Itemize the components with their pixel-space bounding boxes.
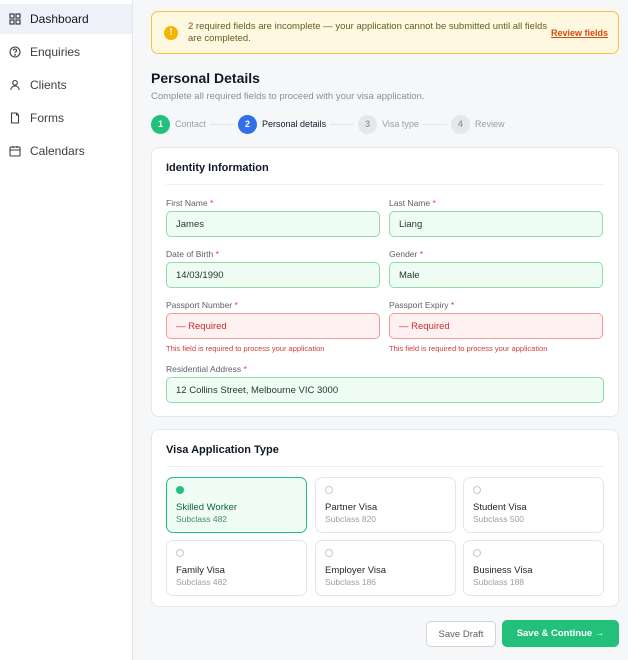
step-connector	[210, 123, 235, 125]
passport-expiry-input[interactable]: — Required	[389, 313, 603, 339]
sidebar: Dashboard Enquiries Clients Forms Calend…	[0, 0, 133, 660]
grid-icon	[9, 13, 21, 25]
visa-option-business-visa[interactable]: Business Visa Subclass 188	[463, 540, 604, 596]
dob-input[interactable]: 14/03/1990	[166, 262, 380, 288]
save-continue-button[interactable]: Save & Continue →	[502, 620, 619, 647]
sidebar-item-label: Calendars	[30, 144, 85, 158]
step-label: Visa type	[382, 119, 419, 129]
step-contact[interactable]: 1 Contact	[151, 114, 207, 134]
sidebar-item-label: Clients	[30, 78, 67, 92]
address-input[interactable]: 12 Collins Street, Melbourne VIC 3000	[166, 377, 604, 403]
visa-option-student-visa[interactable]: Student Visa Subclass 500	[463, 477, 604, 533]
visa-option-skilled-worker[interactable]: Skilled Worker Subclass 482	[166, 477, 307, 533]
help-circle-icon	[9, 46, 21, 58]
dob-label: Date of Birth *	[166, 249, 219, 259]
user-icon	[9, 79, 21, 91]
radio-icon	[473, 549, 481, 557]
last-name-label: Last Name *	[389, 198, 436, 208]
step-number: 2	[238, 114, 258, 134]
radio-icon	[473, 486, 481, 494]
visa-application-type-card: Visa Application Type Skilled Worker Sub…	[151, 429, 619, 607]
address-label: Residential Address *	[166, 364, 247, 374]
card-title: Identity Information	[166, 162, 269, 174]
visa-subclass: Subclass 186	[325, 577, 377, 587]
page-subtitle: Complete all required fields to proceed …	[151, 91, 425, 102]
visa-subclass: Subclass 188	[473, 577, 525, 587]
visa-option-partner-visa[interactable]: Partner Visa Subclass 820	[315, 477, 456, 533]
sidebar-item-label: Enquiries	[30, 45, 81, 59]
calendar-icon	[9, 145, 21, 157]
step-connector	[422, 123, 447, 125]
step-number: 1	[151, 114, 170, 134]
visa-subclass: Subclass 820	[325, 514, 377, 524]
step-label: Review	[474, 119, 505, 129]
visa-name: Family Visa	[176, 565, 225, 576]
passport-expiry-error: This field is required to process your a…	[389, 344, 548, 353]
sidebar-item-label: Forms	[30, 111, 64, 125]
file-icon	[9, 112, 21, 124]
passport-number-input[interactable]: — Required	[166, 313, 380, 339]
identity-information-card: Identity Information First Name * James …	[151, 147, 619, 417]
sidebar-item-forms[interactable]: Forms	[0, 103, 132, 133]
step-number: 4	[450, 114, 470, 134]
sidebar-item-dashboard[interactable]: Dashboard	[0, 4, 132, 34]
incomplete-fields-alert: ! 2 required fields are incomplete — you…	[151, 11, 619, 54]
step-number: 3	[358, 114, 378, 134]
radio-icon	[325, 549, 333, 557]
passport-number-label: Passport Number *	[166, 300, 238, 310]
sidebar-item-label: Dashboard	[30, 12, 89, 26]
radio-icon	[325, 486, 333, 494]
step-review[interactable]: 4 Review	[450, 114, 505, 134]
sidebar-item-enquiries[interactable]: Enquiries	[0, 37, 132, 67]
main-content: ! 2 required fields are incomplete — you…	[133, 0, 628, 660]
gender-input[interactable]: Male	[389, 262, 603, 288]
step-personal-details[interactable]: 2 Personal details	[238, 114, 327, 134]
visa-name: Business Visa	[473, 565, 533, 576]
visa-subclass: Subclass 500	[473, 514, 525, 524]
sidebar-item-calendars[interactable]: Calendars	[0, 136, 132, 166]
first-name-label: First Name *	[166, 198, 214, 208]
alert-message: 2 required fields are incomplete — your …	[188, 20, 548, 44]
divider	[166, 466, 604, 467]
passport-number-error: This field is required to process your a…	[166, 344, 325, 353]
step-label: Personal details	[262, 119, 327, 129]
visa-name: Skilled Worker	[176, 502, 238, 513]
review-fields-link[interactable]: Review fields	[551, 28, 608, 38]
warning-icon: !	[164, 25, 178, 40]
sidebar-item-clients[interactable]: Clients	[0, 70, 132, 100]
last-name-input[interactable]: Liang	[389, 211, 603, 237]
divider	[166, 184, 604, 185]
page-title: Personal Details	[151, 70, 260, 86]
visa-subclass: Subclass 482	[176, 514, 228, 524]
step-label: Contact	[175, 119, 207, 129]
visa-name: Student Visa	[473, 502, 527, 513]
radio-icon	[176, 549, 184, 557]
visa-option-family-visa[interactable]: Family Visa Subclass 482	[166, 540, 307, 596]
save-draft-button[interactable]: Save Draft	[426, 621, 496, 647]
visa-name: Employer Visa	[325, 565, 387, 576]
step-visa-type[interactable]: 3 Visa type	[358, 114, 419, 134]
visa-name: Partner Visa	[325, 502, 378, 513]
first-name-input[interactable]: James	[166, 211, 380, 237]
visa-option-employer-visa[interactable]: Employer Visa Subclass 186	[315, 540, 456, 596]
gender-label: Gender *	[389, 249, 424, 259]
step-connector	[330, 123, 355, 125]
radio-selected-icon	[176, 486, 184, 494]
stepper: 1 Contact 2 Personal details 3 Visa type…	[151, 114, 504, 134]
card-title: Visa Application Type	[166, 444, 279, 456]
passport-expiry-label: Passport Expiry *	[389, 300, 455, 310]
visa-subclass: Subclass 482	[176, 577, 228, 587]
